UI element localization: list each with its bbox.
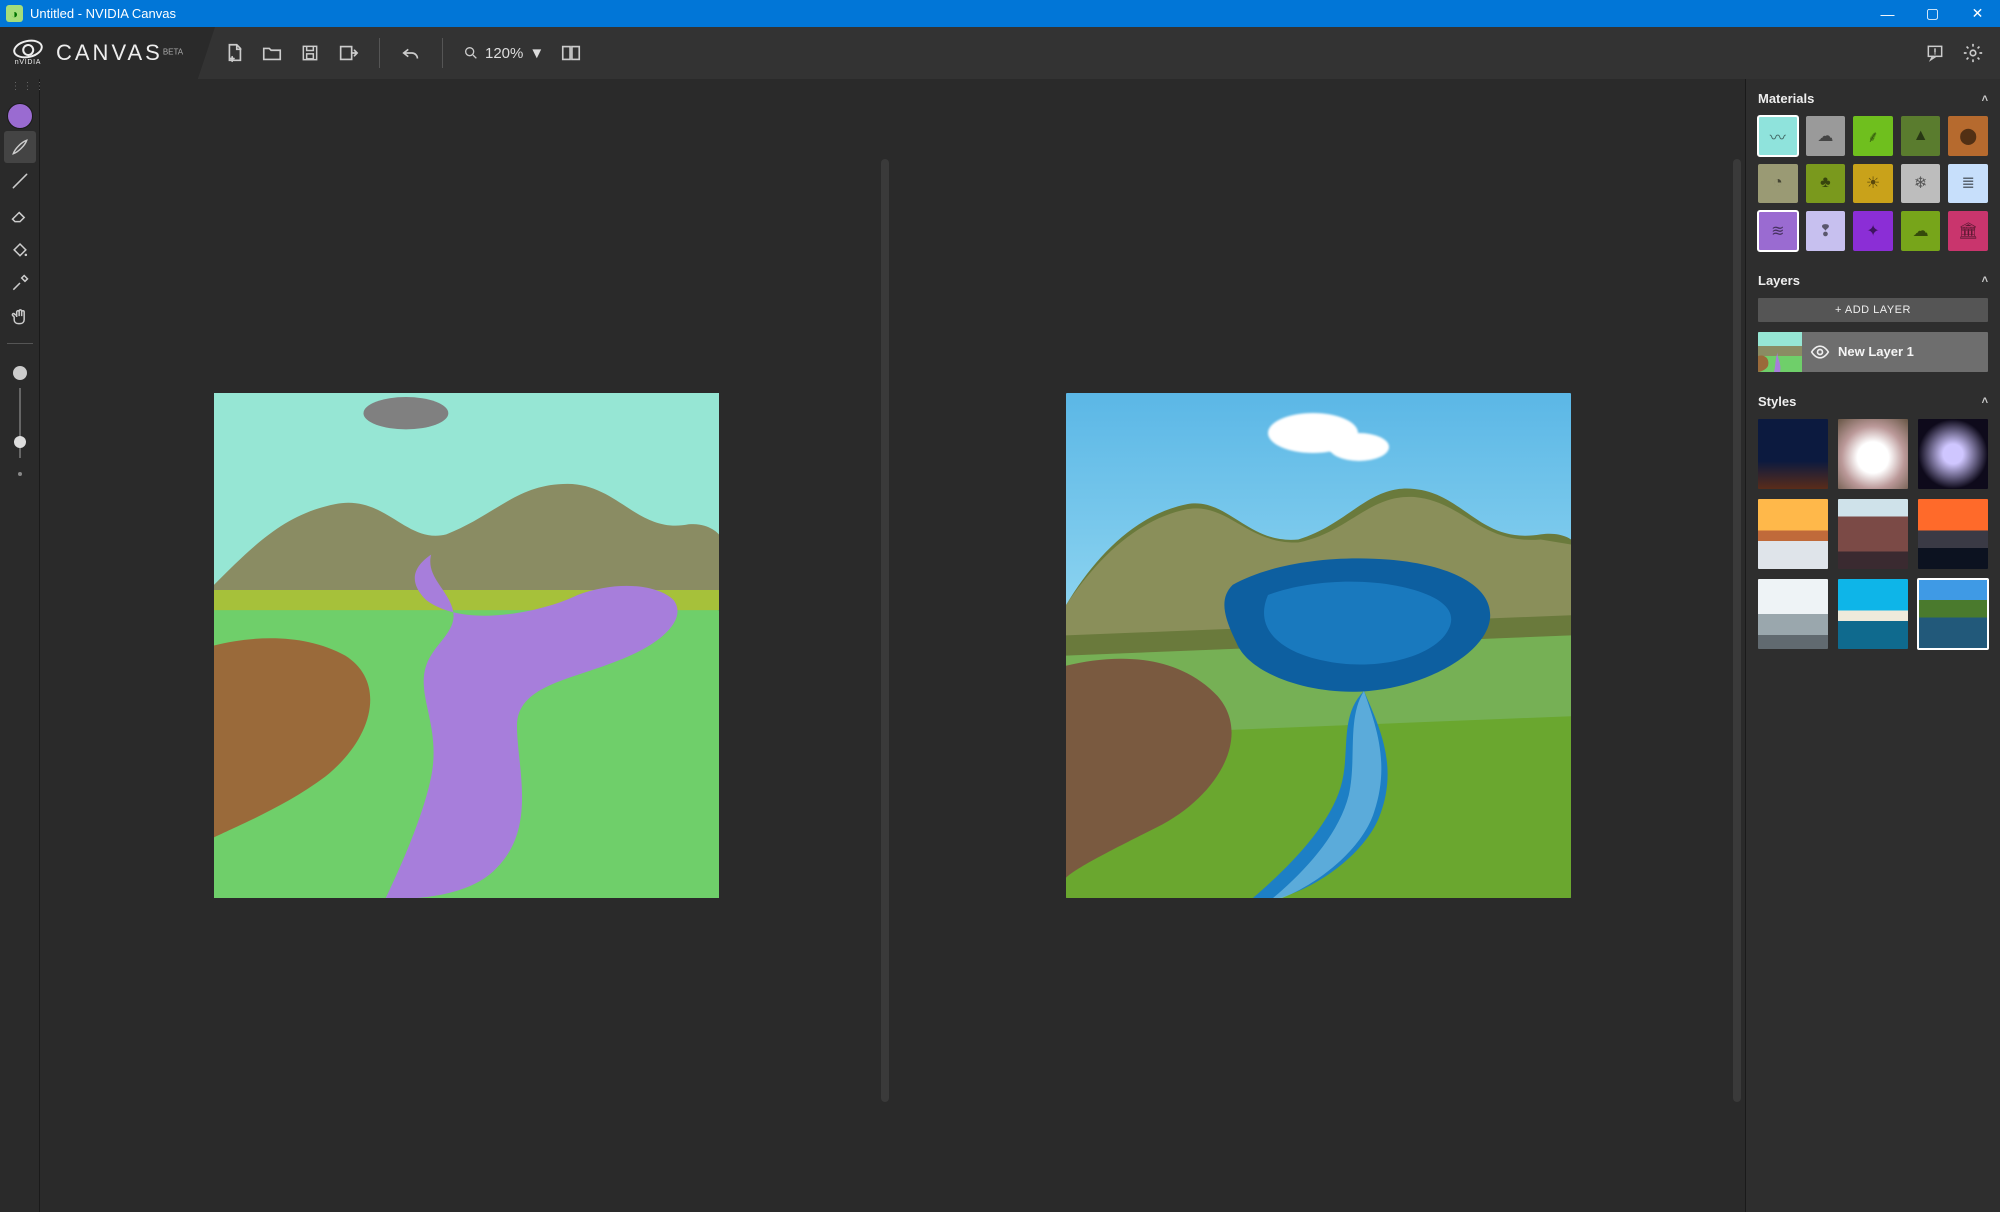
material-mountain[interactable]: ▲ (1901, 116, 1941, 156)
style-ocean-sunset[interactable] (1918, 499, 1988, 569)
app-name-text: CANVAS (56, 40, 163, 65)
add-layer-button[interactable]: + ADD LAYER (1758, 298, 1988, 322)
layers-panel: Layers ˄ + ADD LAYER New Layer (1746, 261, 2000, 382)
brush-size-max-icon (13, 366, 27, 380)
window-title: Untitled - NVIDIA Canvas (30, 6, 176, 21)
materials-grid: 〰☁⸙▲⬤◔♣☀❄≣≋❢✦☁🏛 (1758, 116, 1988, 251)
output-pane[interactable] (893, 79, 1746, 1212)
styles-grid (1758, 419, 1988, 649)
style-alpine-lake[interactable] (1918, 579, 1988, 649)
settings-button[interactable] (1954, 34, 1992, 72)
maximize-button[interactable]: ▢ (1910, 0, 1955, 27)
style-red-rocks[interactable] (1838, 499, 1908, 569)
right-panel: Materials ˄ 〰☁⸙▲⬤◔♣☀❄≣≋❢✦☁🏛 Layers ˄ + A… (1745, 79, 2000, 1212)
open-file-button[interactable] (253, 34, 291, 72)
collapse-icon[interactable]: ˄ (1982, 395, 1988, 407)
workarea (40, 79, 1745, 1212)
brush-size-min-icon (18, 472, 22, 476)
save-button[interactable] (291, 34, 329, 72)
material-grass[interactable]: ⸙ (1853, 116, 1893, 156)
pan-tool[interactable] (4, 301, 36, 333)
material-cloud[interactable]: ☁ (1806, 116, 1846, 156)
material-hill[interactable]: ◔ (1758, 164, 1798, 204)
material-dirt[interactable]: ⬤ (1948, 116, 1988, 156)
color-swatch[interactable] (7, 103, 33, 129)
material-sky[interactable]: 〰 (1758, 116, 1798, 156)
visibility-toggle[interactable] (1802, 342, 1838, 362)
segmentation-pane[interactable] (40, 79, 893, 1212)
close-button[interactable]: ✕ (1955, 0, 2000, 27)
collapse-icon[interactable]: ˄ (1982, 93, 1988, 105)
layer-row[interactable]: New Layer 1 (1758, 332, 1988, 372)
titlebar: ◑ Untitled - NVIDIA Canvas — ▢ ✕ (0, 0, 2000, 27)
zoom-value: 120% (485, 45, 523, 62)
brand-sublabel: nVIDIA (15, 59, 41, 66)
style-cloud-burst[interactable] (1838, 419, 1908, 489)
undo-button[interactable] (392, 34, 430, 72)
styles-title: Styles (1758, 394, 1796, 409)
pane-scrollbar[interactable] (1733, 159, 1741, 1102)
zoom-control[interactable]: 120% ▼ (455, 35, 552, 71)
material-stars[interactable]: ✦ (1853, 211, 1893, 251)
materials-panel: Materials ˄ 〰☁⸙▲⬤◔♣☀❄≣≋❢✦☁🏛 (1746, 79, 2000, 261)
line-tool[interactable] (4, 165, 36, 197)
material-snow[interactable]: ❄ (1901, 164, 1941, 204)
app-icon: ◑ (6, 5, 23, 22)
tool-rail: ⋮⋮⋮ (0, 79, 40, 1212)
eraser-tool[interactable] (4, 199, 36, 231)
app-name: CANVASBETA (56, 40, 183, 66)
brush-tool[interactable] (4, 131, 36, 163)
material-sand[interactable]: ☀ (1853, 164, 1893, 204)
segmentation-canvas[interactable] (214, 393, 719, 898)
nvidia-logo: nVIDIA (10, 40, 46, 66)
material-water[interactable]: ≋ (1758, 211, 1798, 251)
minimize-button[interactable]: — (1865, 0, 1910, 27)
chevron-down-icon: ▼ (529, 45, 544, 62)
window-controls: — ▢ ✕ (1865, 0, 2000, 27)
slider-thumb[interactable] (14, 436, 26, 448)
material-rain[interactable]: ❢ (1806, 211, 1846, 251)
top-toolbar: nVIDIA CANVASBETA 120% ▼ (0, 27, 2000, 79)
collapse-icon[interactable]: ˄ (1982, 274, 1988, 286)
materials-title: Materials (1758, 91, 1814, 106)
style-night-desert[interactable] (1758, 419, 1828, 489)
new-file-button[interactable] (215, 34, 253, 72)
brush-size-slider[interactable] (19, 388, 21, 458)
eyedropper-tool[interactable] (4, 267, 36, 299)
main-area: ⋮⋮⋮ (0, 79, 2000, 1212)
layer-thumbnail (1758, 332, 1802, 372)
brand-capsule: nVIDIA CANVASBETA (0, 27, 215, 79)
drag-handle-icon: ⋮⋮⋮ (11, 85, 29, 97)
fill-tool[interactable] (4, 233, 36, 265)
material-building[interactable]: 🏛 (1948, 211, 1988, 251)
style-tropical-beach[interactable] (1838, 579, 1908, 649)
style-milky-arch[interactable] (1918, 419, 1988, 489)
material-tree[interactable]: ♣ (1806, 164, 1846, 204)
export-button[interactable] (329, 34, 367, 72)
styles-panel: Styles ˄ (1746, 382, 2000, 659)
split-view-button[interactable] (552, 34, 590, 72)
layers-title: Layers (1758, 273, 1800, 288)
pane-scrollbar[interactable] (881, 159, 889, 1102)
beta-badge: BETA (163, 48, 183, 57)
feedback-button[interactable] (1916, 34, 1954, 72)
style-fog-mountain[interactable] (1758, 579, 1828, 649)
material-bush[interactable]: ☁ (1901, 211, 1941, 251)
style-sunset-clouds[interactable] (1758, 499, 1828, 569)
layer-name: New Layer 1 (1838, 344, 1914, 359)
output-canvas (1066, 393, 1571, 898)
material-fog[interactable]: ≣ (1948, 164, 1988, 204)
